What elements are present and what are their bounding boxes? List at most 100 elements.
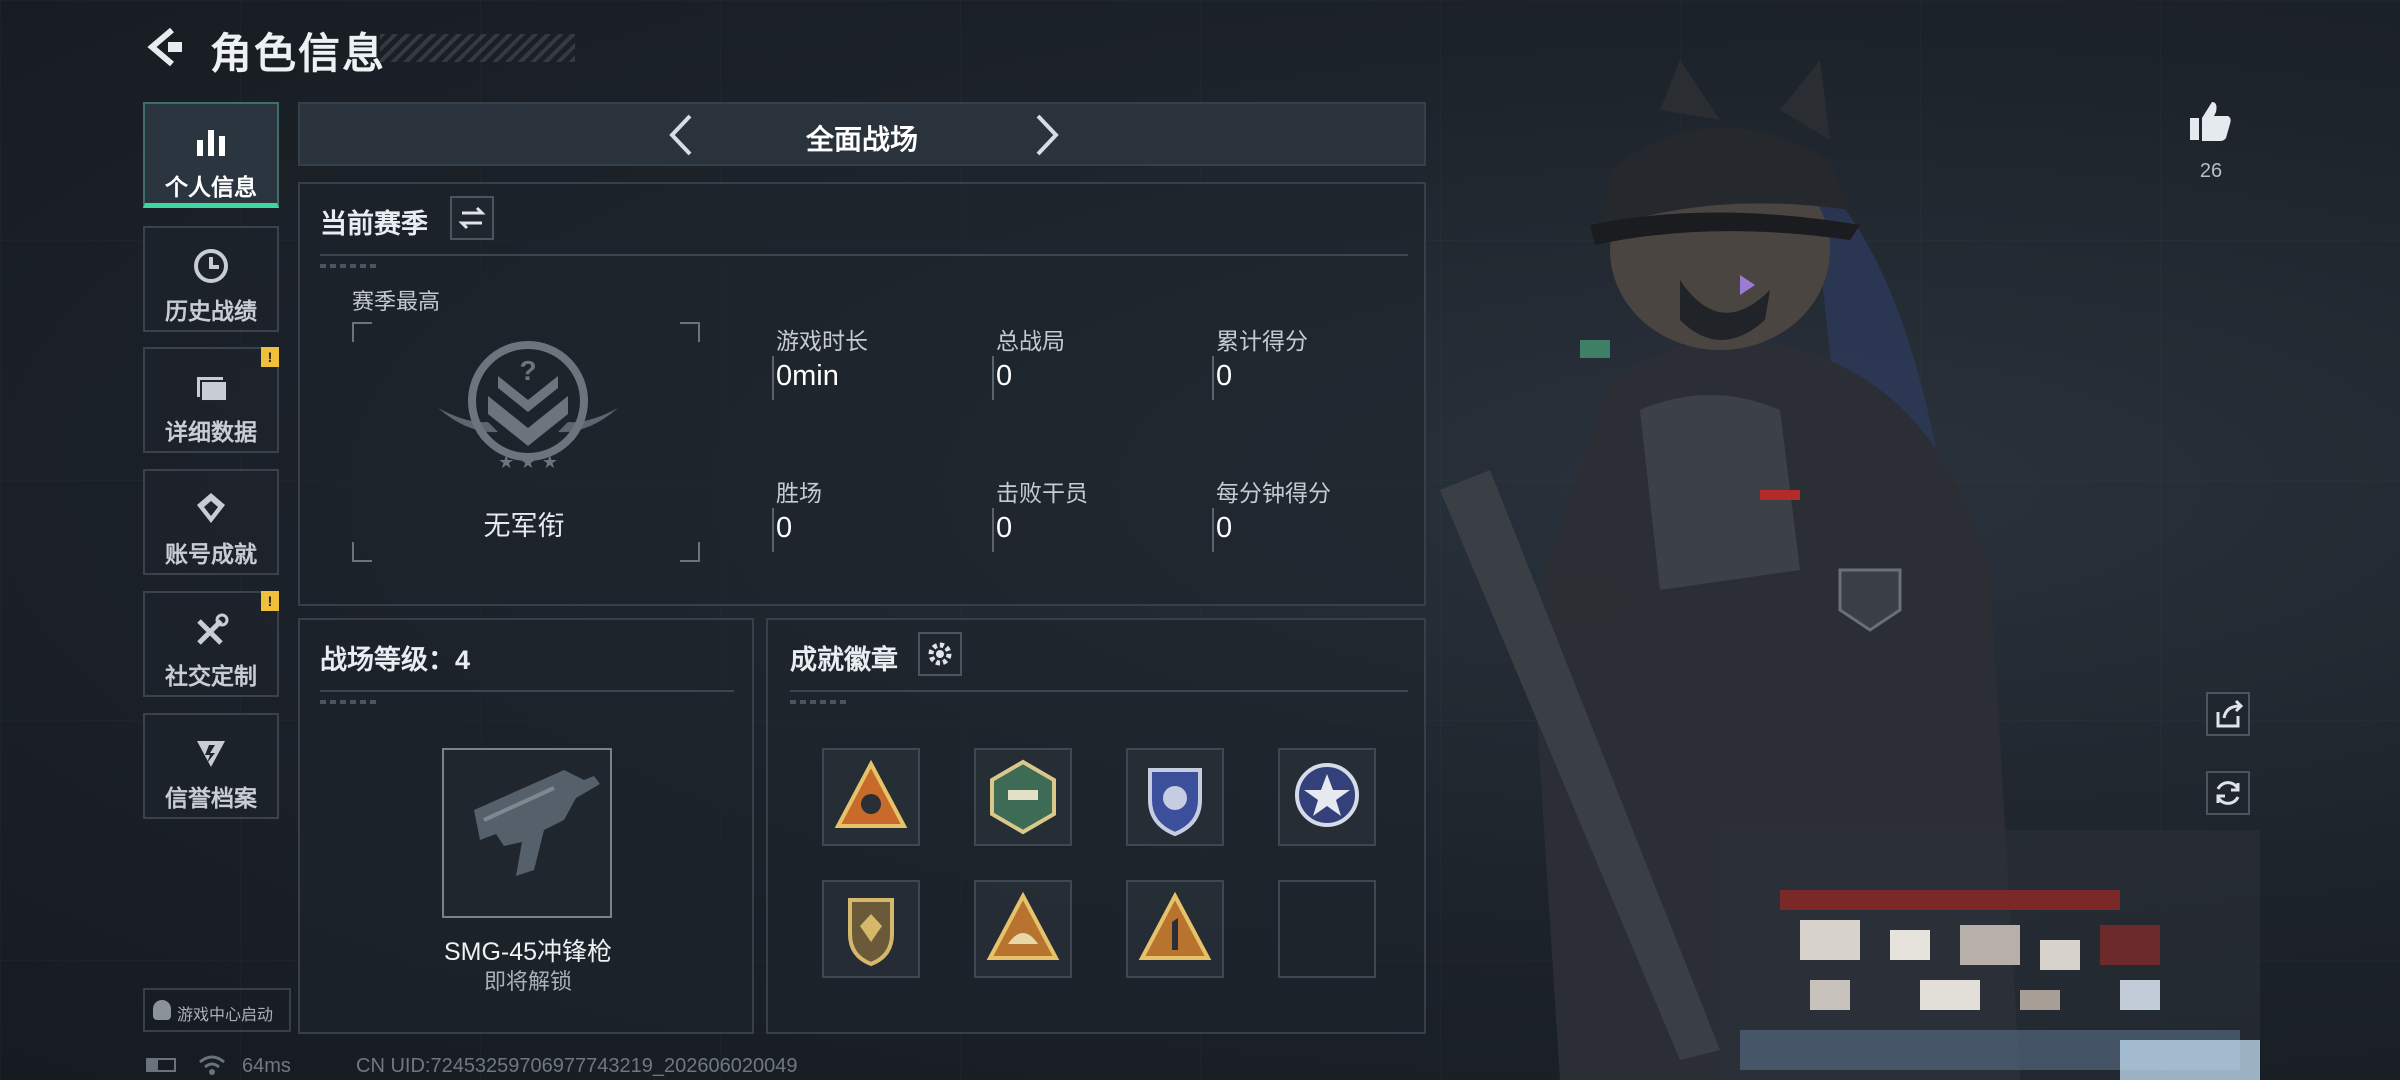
stat-label: 胜场 [776,480,822,506]
rank-emblem-icon: ? ★ ★ ★ [438,341,618,473]
badge-slot[interactable] [822,748,920,846]
game-center-launch-button[interactable]: 游戏中心启动 [143,988,291,1032]
notification-badge: ! [261,591,279,611]
gear-icon [928,642,952,666]
page-title: 角色信息 [210,30,387,77]
tools-icon [197,613,229,645]
badge-slot[interactable] [1126,748,1224,846]
sidebar-item-label: 信誉档案 [165,785,257,811]
notification-badge: ! [261,347,279,367]
back-arrow-icon[interactable] [140,22,190,72]
stat-divider [1212,356,1214,400]
sidebar-item-label: 详细数据 [165,419,257,445]
triangle-medal-icon [834,759,908,828]
share-icon [2216,699,2244,728]
penguin-icon [153,1000,171,1020]
stat-value: 0 [776,512,793,544]
hex-medal-icon [990,759,1056,835]
stat-label: 游戏时长 [776,328,868,354]
star-round-medal-icon [1295,763,1359,827]
chevron-right-icon[interactable] [1020,110,1070,160]
mode-label: 全面战场 [805,124,918,155]
bar-chart-icon [197,130,225,156]
battery-icon [146,1058,176,1072]
decoration [320,264,380,268]
sidebar-item-label: 历史战绩 [165,298,257,324]
weapon-name: SMG-45冲锋枪 [443,938,613,966]
sidebar-item-label: 社交定制 [165,663,257,689]
empty-badge-slot[interactable] [1278,880,1376,978]
badge-slot[interactable] [1126,880,1224,978]
sidebar-item-detailed-data[interactable]: 详细数据 ! [143,347,279,453]
stat-value: 0 [996,360,1013,392]
frame-corner [352,322,372,342]
sidebar-item-label: 账号成就 [165,541,257,567]
launch-label: 游戏中心启动 [177,1007,274,1024]
season-best-label: 赛季最高 [352,289,441,314]
divider [790,690,1408,692]
sidebar-item-label: 个人信息 [165,174,257,200]
decoration [790,700,850,704]
stat-divider [992,356,994,400]
stat-value: 0 [1216,360,1233,392]
stat-value: 0 [996,512,1013,544]
sidebar-item-history[interactable]: 历史战绩 [143,226,279,332]
refresh-button[interactable] [2206,771,2250,815]
sidebar-item-social-custom[interactable]: 社交定制 ! [143,591,279,697]
share-button[interactable] [2206,692,2250,736]
decoration [320,700,380,704]
svg-text:★ ★ ★: ★ ★ ★ [498,452,558,473]
battlefield-level-panel: 战场等级：4 SMG-45冲锋枪 即将解锁 [298,618,754,1034]
smg-weapon-icon [474,770,600,876]
badge-slot[interactable] [1278,748,1376,846]
triangle-one-medal-icon [1138,891,1212,960]
stat-divider [992,508,994,552]
stat-divider [1212,508,1214,552]
achievements-title: 成就徽章 [790,645,898,675]
svg-text:?: ? [519,355,536,386]
shield-medal-icon [1148,768,1202,837]
weapon-image[interactable] [442,748,612,918]
badge-settings-button[interactable] [918,632,962,676]
wifi-icon [199,1055,225,1075]
divider [320,690,734,692]
history-clock-icon [194,249,228,283]
swap-season-button[interactable] [450,196,494,240]
badge-slot[interactable] [974,880,1072,978]
pixelated-area [1720,830,2260,1080]
battlefield-level-title: 战场等级：4 [320,645,471,675]
sidebar-item-personal-info[interactable]: 个人信息 [143,102,279,208]
refresh-icon [2216,781,2240,805]
frame-corner [680,322,700,342]
triangle-helmet-medal-icon [986,891,1060,960]
stat-label: 累计得分 [1216,328,1308,354]
stat-divider [772,356,774,400]
frame-corner [352,542,372,562]
stat-divider [772,508,774,552]
badge-slot[interactable] [974,748,1072,846]
achievement-icon [197,493,225,523]
stat-value: 0 [1216,512,1233,544]
folder-icon [197,377,228,402]
sidebar-item-credit-record[interactable]: 信誉档案 [143,713,279,819]
swap-icon [458,206,486,230]
season-title: 当前赛季 [320,209,428,239]
frame-corner [680,542,700,562]
stat-value: 0min [776,360,839,392]
title-decoration [380,34,575,62]
stat-label: 总战局 [996,328,1065,354]
badge-slot[interactable] [822,880,920,978]
uid-text: CN UID:7245325970697774321​9_20260602004… [356,1055,798,1077]
like-thumb-icon[interactable] [2186,96,2236,146]
like-count: 26 [2199,160,2223,182]
sidebar-item-achievements[interactable]: 账号成就 [143,469,279,575]
credit-icon [197,741,225,767]
gem-shield-medal-icon [848,898,894,967]
weapon-status: 即将解锁 [483,969,572,994]
achievements-panel: 成就徽章 [766,618,1426,1034]
ping-value: 64ms [242,1055,291,1077]
rank-name: 无军衔 [483,511,565,541]
divider [320,254,1408,256]
stat-label: 每分钟得分 [1216,480,1331,506]
mode-selector: 全面战场 [298,102,1426,166]
